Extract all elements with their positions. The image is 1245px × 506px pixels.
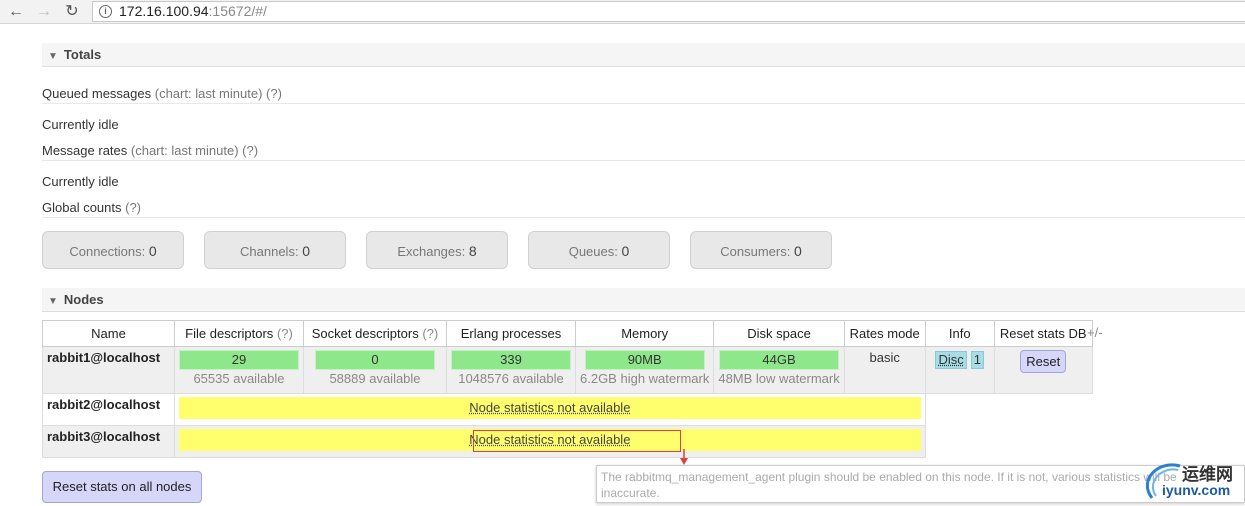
message-rates-label: Message rates (chart: last minute) (?) xyxy=(42,143,1245,161)
queued-hint: (chart: last minute) xyxy=(154,86,263,101)
help-link[interactable]: (?) xyxy=(277,326,293,341)
info-cell: Disc 1 xyxy=(924,346,995,394)
consumers-count-box[interactable]: Consumers: 0 xyxy=(690,231,832,269)
ep-bar: 339 xyxy=(451,350,571,370)
disk-watermark: 48MB low watermark xyxy=(718,371,840,386)
url-path: :15672/#/ xyxy=(208,3,267,19)
table-row: rabbit2@localhost Node statistics not av… xyxy=(42,393,1093,426)
queued-label-text: Queued messages xyxy=(42,86,152,101)
col-file-descriptors: File descriptors (?) xyxy=(174,320,304,347)
browser-toolbar: ← → ↻ i 172.16.100.94:15672/#/ xyxy=(0,0,1245,24)
reset-all-nodes-button[interactable]: Reset stats on all nodes xyxy=(42,471,202,503)
queued-idle-text: Currently idle xyxy=(42,117,119,132)
col-rates-mode: Rates mode xyxy=(843,320,926,347)
col-erlang-processes: Erlang processes xyxy=(446,320,576,347)
count-label: Connections: xyxy=(69,244,146,259)
reset-stats-cell: Reset xyxy=(993,346,1093,394)
forward-icon[interactable]: → xyxy=(34,2,54,22)
node-status-cell: Node statistics not available xyxy=(174,393,926,426)
table-row: rabbit1@localhost 29 65535 available 0 588… xyxy=(42,346,1093,394)
col-memory: Memory xyxy=(574,320,715,347)
collapse-triangle-icon: ▼ xyxy=(48,51,58,62)
node-name[interactable]: rabbit2@localhost xyxy=(42,393,175,426)
arrow-down-icon xyxy=(680,449,688,465)
fd-available: 65535 available xyxy=(193,371,285,386)
count-tag[interactable]: 1 xyxy=(970,351,984,369)
table-header-row: Name File descriptors (?) Socket descrip… xyxy=(42,320,1093,347)
count-value: 0 xyxy=(148,243,157,259)
reload-icon[interactable]: ↻ xyxy=(62,2,82,22)
ep-available: 1048576 available xyxy=(458,371,564,386)
col-label: File descriptors xyxy=(185,326,274,341)
sd-available: 58889 available xyxy=(329,371,421,386)
count-label: Queues: xyxy=(568,244,618,259)
help-link[interactable]: (?) xyxy=(125,200,141,215)
nodes-section-header[interactable]: ▼ Nodes xyxy=(42,288,1245,312)
rates-idle-text: Currently idle xyxy=(42,174,119,189)
rates-mode-cell: basic xyxy=(843,346,926,394)
watermark-domain: iyunv.com xyxy=(1162,482,1231,498)
mem-bar: 90MB xyxy=(584,350,705,370)
count-value: 0 xyxy=(302,243,310,259)
watermark-logo: 运维网 iyunv.com xyxy=(1140,458,1245,504)
collapse-triangle-icon: ▼ xyxy=(48,296,58,307)
fd-bar: 29 xyxy=(179,350,299,370)
disk-bar: 44GB xyxy=(719,350,840,370)
count-label: Exchanges: xyxy=(397,244,466,259)
help-link[interactable]: (?) xyxy=(266,86,282,101)
col-label: Socket descriptors xyxy=(311,326,419,341)
url-host: 172.16.100.94 xyxy=(119,3,209,19)
connections-count-box[interactable]: Connections: 0 xyxy=(42,231,184,269)
highlight-box xyxy=(473,430,681,452)
queued-messages-label: Queued messages (chart: last minute) (?) xyxy=(42,86,1245,104)
node-stats-unavailable[interactable]: Node statistics not available xyxy=(469,400,630,415)
file-descriptors-cell: 29 65535 available xyxy=(174,346,304,394)
disk-space-cell: 44GB 48MB low watermark xyxy=(713,346,845,394)
site-info-icon[interactable]: i xyxy=(99,5,112,18)
col-socket-descriptors: Socket descriptors (?) xyxy=(303,320,447,347)
col-reset-stats-db: Reset stats DB xyxy=(993,320,1093,347)
col-disk-space: Disk space xyxy=(713,320,845,347)
memory-cell: 90MB 6.2GB high watermark xyxy=(574,346,715,394)
mem-watermark: 6.2GB high watermark xyxy=(580,371,710,386)
nodes-title: Nodes xyxy=(63,292,104,307)
col-name: Name xyxy=(42,320,175,347)
totals-title: Totals xyxy=(63,47,102,62)
help-link[interactable]: (?) xyxy=(242,143,258,158)
count-value: 0 xyxy=(621,243,630,259)
back-icon[interactable]: ← xyxy=(6,2,26,22)
count-label: Channels: xyxy=(240,244,299,259)
count-value: 8 xyxy=(468,243,477,259)
channels-count-box[interactable]: Channels: 0 xyxy=(204,231,346,269)
node-name[interactable]: rabbit1@localhost xyxy=(42,346,175,394)
rates-hint: (chart: last minute) xyxy=(130,143,239,158)
disc-tag[interactable]: Disc xyxy=(935,351,967,369)
reset-button[interactable]: Reset xyxy=(1020,350,1067,373)
global-counts-label: Global counts (?) xyxy=(42,200,1245,218)
address-bar[interactable]: i 172.16.100.94:15672/#/ xyxy=(92,1,1245,22)
count-label: Consumers: xyxy=(720,244,791,259)
rates-label-text: Message rates xyxy=(42,143,128,158)
count-value: 0 xyxy=(793,243,802,259)
totals-section-header[interactable]: ▼ Totals xyxy=(42,43,1245,67)
sd-bar: 0 xyxy=(315,350,435,370)
col-info: Info xyxy=(924,320,995,347)
global-label-text: Global counts xyxy=(42,200,122,215)
exchanges-count-box[interactable]: Exchanges: 8 xyxy=(366,231,508,269)
queues-count-box[interactable]: Queues: 0 xyxy=(528,231,670,269)
column-toggle-link[interactable]: +/- xyxy=(1087,325,1103,340)
help-link[interactable]: (?) xyxy=(422,326,438,341)
socket-descriptors-cell: 0 58889 available xyxy=(303,346,447,394)
node-name[interactable]: rabbit3@localhost xyxy=(42,425,175,458)
erlang-processes-cell: 339 1048576 available xyxy=(446,346,576,394)
